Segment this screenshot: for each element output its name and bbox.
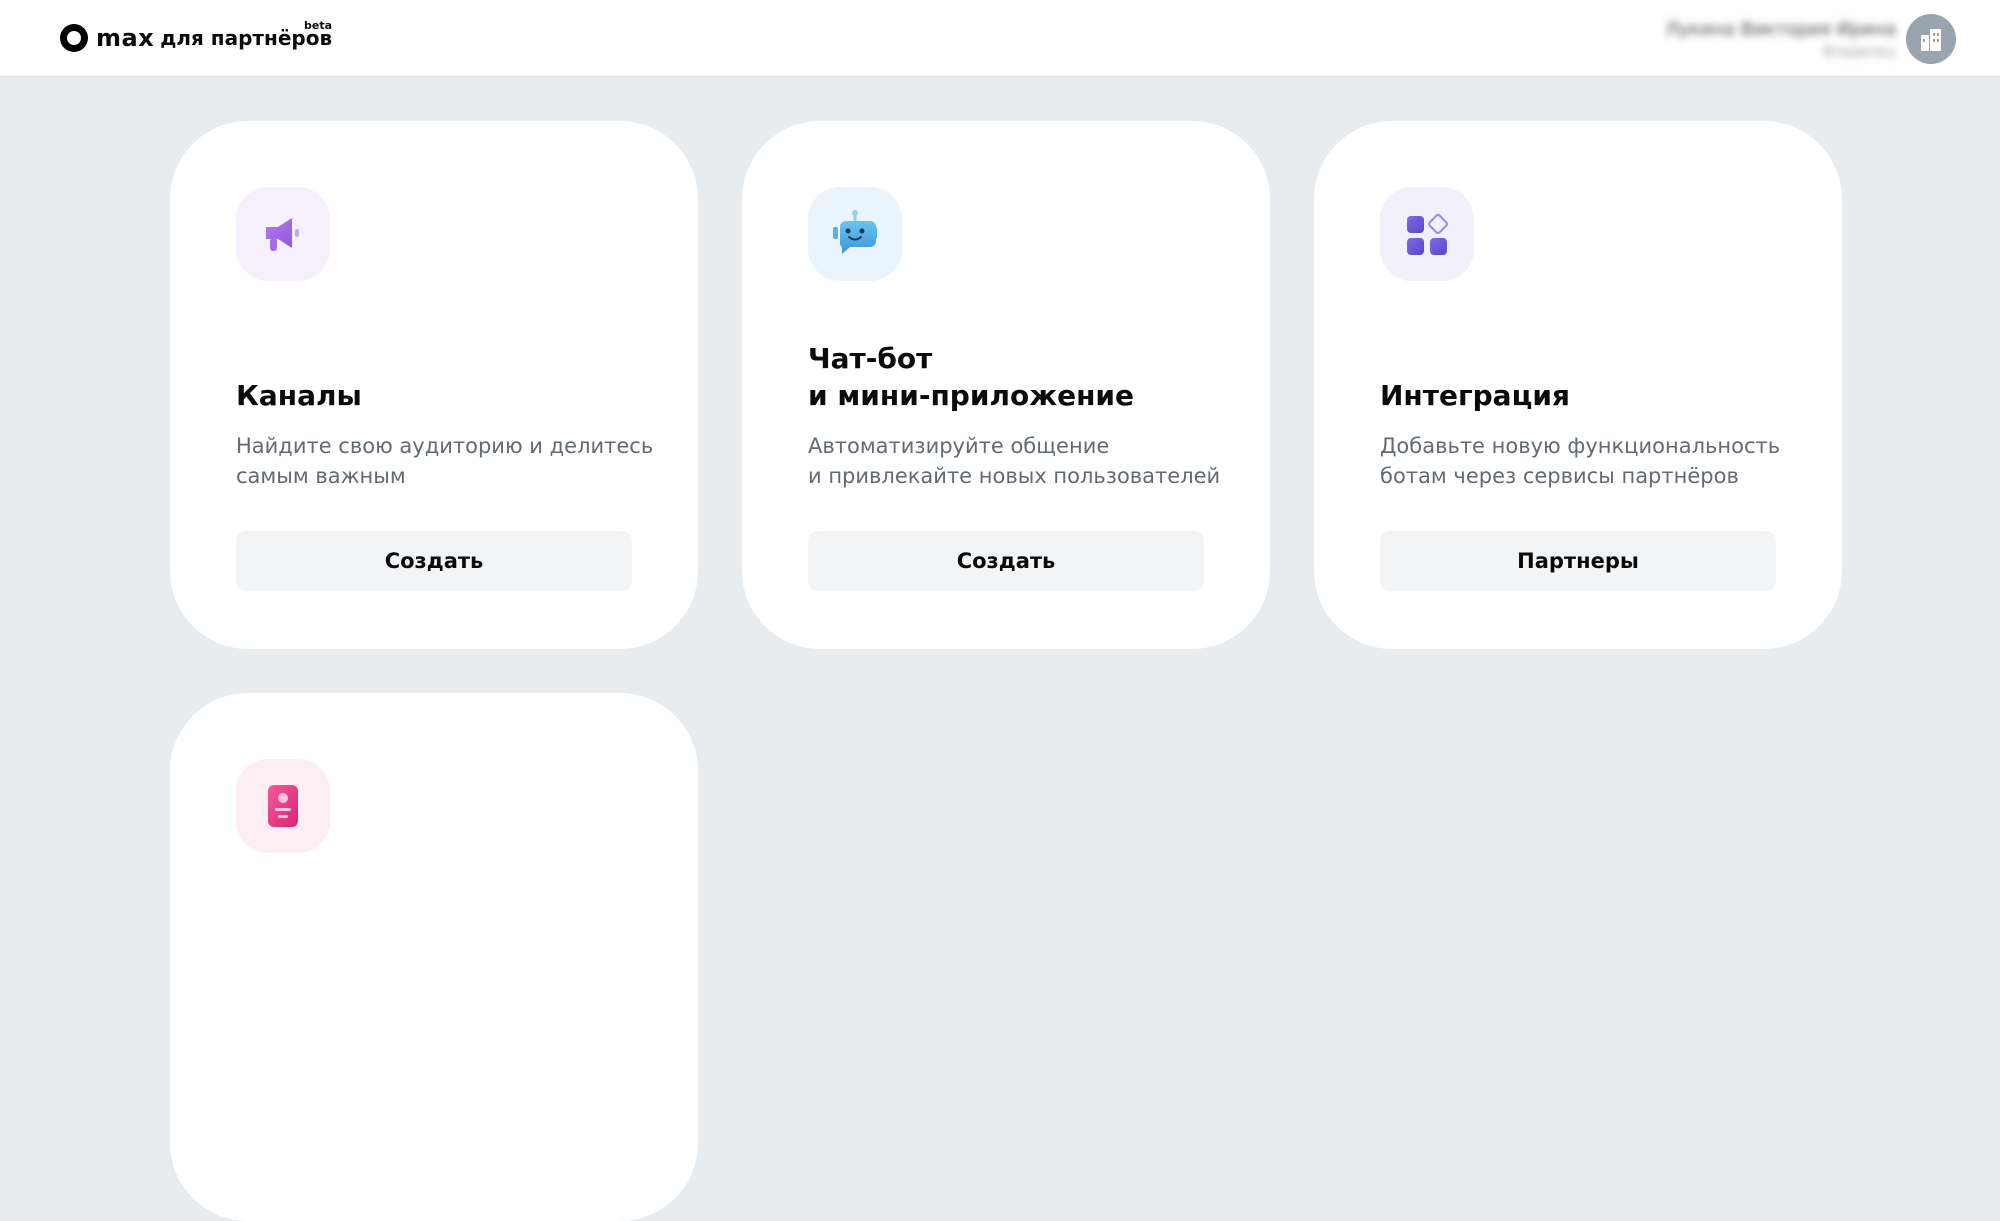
user-role: Владелец	[1823, 43, 1896, 60]
card-chatbot: Чат-бот и мини-приложение Автоматизируйт…	[742, 121, 1270, 649]
robot-icon	[833, 210, 877, 254]
card-icon-wrap	[808, 187, 902, 281]
card-title: Чат-бот и мини-приложение	[808, 342, 1135, 412]
card-description: Добавьте новую функциональность ботам че…	[1380, 434, 1781, 488]
card-description: Автоматизируйте общение и привлекайте но…	[808, 434, 1221, 488]
partners-button[interactable]: Партнеры	[1380, 531, 1776, 591]
card-description: Найдите свою аудиторию и делитесь самым …	[236, 434, 654, 488]
card-title: Каналы	[236, 379, 362, 412]
user-name: Лукина Виктория Ирина	[1665, 18, 1896, 40]
megaphone-icon	[266, 218, 299, 251]
profile-card-icon	[268, 785, 298, 827]
create-channel-button[interactable]: Создать	[236, 531, 632, 591]
building-icon	[1921, 29, 1941, 51]
avatar[interactable]	[1906, 14, 1956, 64]
beta-badge: beta	[304, 19, 333, 32]
card-icon-wrap	[1380, 187, 1474, 281]
card-icon-wrap	[236, 759, 330, 853]
card-icon-wrap	[236, 187, 330, 281]
user-info: Лукина Виктория Ирина Владелец	[1665, 19, 1896, 60]
apps-grid-icon	[1407, 213, 1449, 255]
max-logo-icon	[60, 24, 88, 52]
create-chatbot-button[interactable]: Создать	[808, 531, 1204, 591]
top-bar: max для партнёров beta Лукина Виктория И…	[0, 0, 2000, 77]
card-title: Интеграция	[1380, 379, 1570, 412]
card-profile	[170, 693, 698, 1221]
card-channels: Каналы Найдите свою аудиторию и делитесь…	[170, 121, 698, 649]
card-integration: Интеграция Добавьте новую функциональнос…	[1314, 121, 1842, 649]
logo[interactable]: max для партнёров beta	[60, 19, 333, 56]
user-menu[interactable]: Лукина Виктория Ирина Владелец	[1665, 13, 1956, 65]
logo-max-text: max	[96, 24, 155, 52]
